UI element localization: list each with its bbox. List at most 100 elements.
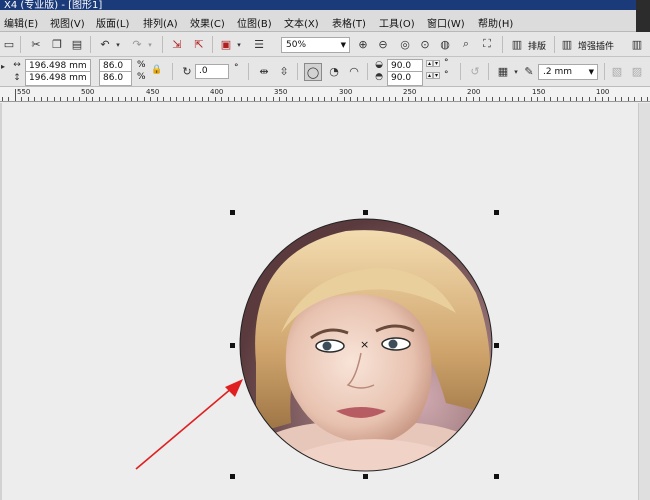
ruler-tick <box>299 97 300 101</box>
ellipse-icon[interactable]: ◯ <box>304 63 322 81</box>
end-angle-field[interactable]: 90.0 <box>387 71 423 86</box>
outline-width-value: .2 mm <box>543 67 572 77</box>
outline-width-dropdown[interactable]: .2 mm ▼ <box>538 64 598 80</box>
start-angle-stepper-down[interactable]: ▾ <box>433 60 440 67</box>
ruler-tick <box>86 97 87 101</box>
paste-icon[interactable]: ▤ <box>70 37 84 51</box>
zoom-page-width-icon[interactable]: ⌕ <box>459 37 473 51</box>
start-angle-stepper[interactable]: ▴ <box>426 60 433 67</box>
property-bar: ▸ ↔ 196.498 mm ↕ 196.498 mm 86.0 86.0 % … <box>0 57 650 87</box>
position-icon: ▸ <box>0 61 5 71</box>
ruler-tick <box>47 97 48 101</box>
ruler-label: 400 <box>210 88 224 96</box>
to-front-icon[interactable]: ▨ <box>630 64 644 78</box>
zoom-in-icon[interactable]: ⊕ <box>356 37 370 51</box>
menu-window[interactable]: 窗口(W) <box>427 15 465 30</box>
rotate-icon: ↻ <box>182 64 192 78</box>
toolbar-separator <box>488 63 489 80</box>
redo-icon[interactable]: ↷ <box>130 37 144 51</box>
menu-text[interactable]: 文本(X) <box>284 15 319 30</box>
print-icon[interactable]: ▭ <box>2 37 16 51</box>
ruler-tick <box>99 97 100 101</box>
ruler-tick <box>524 97 525 101</box>
overflow-icon[interactable]: ▥ <box>630 37 644 51</box>
wrap-dropdown-icon[interactable]: ▾ <box>512 65 520 79</box>
mirror-vertical-icon[interactable]: ⇳ <box>277 64 291 78</box>
selection-handle-bottom-center[interactable] <box>363 474 368 479</box>
arc-icon[interactable]: ◠ <box>347 64 361 78</box>
ruler-tick <box>453 97 454 101</box>
lock-ratio-icon[interactable]: 🔒 <box>150 63 164 77</box>
menu-layout[interactable]: 版面(L) <box>96 15 129 30</box>
menu-view[interactable]: 视图(V) <box>50 15 85 30</box>
plugins-button[interactable]: 增强插件 <box>578 39 614 52</box>
menu-tools[interactable]: 工具(O) <box>379 15 415 30</box>
object-height-field[interactable]: 196.498 mm <box>25 71 91 86</box>
ruler-tick <box>415 97 416 101</box>
ruler-tick <box>79 97 80 101</box>
ruler-tick <box>357 97 358 101</box>
zoom-page-height-icon[interactable]: ⛶ <box>480 37 494 51</box>
selection-handle-top-center[interactable] <box>363 210 368 215</box>
convert-to-curves-icon[interactable]: ▧ <box>610 64 624 78</box>
wrap-text-icon[interactable]: ▦ <box>496 64 510 78</box>
zoom-page-icon[interactable]: ◍ <box>438 37 452 51</box>
ruler-tick <box>512 97 513 101</box>
center-cross-icon[interactable]: × <box>360 338 369 351</box>
ruler-tick <box>150 97 151 101</box>
scale-y-field[interactable]: 86.0 <box>99 71 132 86</box>
ruler-tick <box>189 97 190 101</box>
zoom-selected-icon[interactable]: ◎ <box>398 37 412 51</box>
ruler-tick <box>518 97 519 101</box>
end-angle-stepper-down[interactable]: ▾ <box>433 72 440 79</box>
undo-icon[interactable]: ↶ <box>98 37 112 51</box>
ruler-tick <box>279 97 280 101</box>
selection-handle-top-left[interactable] <box>230 210 235 215</box>
ruler-tick <box>273 97 274 101</box>
arrow-shaft <box>135 387 233 470</box>
cut-icon[interactable]: ✂ <box>29 37 43 51</box>
selection-handle-top-right[interactable] <box>494 210 499 215</box>
ruler-tick <box>550 97 551 101</box>
toolbar-separator <box>604 63 605 80</box>
toolbar-separator <box>212 36 213 53</box>
menu-arrange[interactable]: 排列(A) <box>143 15 178 30</box>
export-icon[interactable]: ⇱ <box>192 37 206 51</box>
application-launcher-icon[interactable]: ▣ <box>219 37 233 51</box>
zoom-all-objects-icon[interactable]: ⊙ <box>418 37 432 51</box>
ruler-tick <box>570 97 571 101</box>
copy-icon[interactable]: ❐ <box>50 37 64 51</box>
import-icon[interactable]: ⇲ <box>170 37 184 51</box>
menu-edit[interactable]: 编辑(E) <box>4 15 38 30</box>
pie-icon[interactable]: ◔ <box>327 64 341 78</box>
menu-table[interactable]: 表格(T) <box>332 15 366 30</box>
menu-bitmaps[interactable]: 位图(B) <box>237 15 272 30</box>
selection-handle-middle-left[interactable] <box>230 343 235 348</box>
undo-dropdown-icon[interactable]: ▾ <box>114 38 122 52</box>
chevron-down-icon: ▼ <box>340 41 346 49</box>
layout-icon: ▥ <box>511 37 523 51</box>
mirror-horizontal-icon[interactable]: ⇹ <box>257 64 271 78</box>
end-angle-stepper[interactable]: ▴ <box>426 72 433 79</box>
direction-icon[interactable]: ↺ <box>468 64 482 78</box>
ruler-tick <box>305 97 306 101</box>
selection-handle-middle-right[interactable] <box>494 343 499 348</box>
menu-effects[interactable]: 效果(C) <box>190 15 225 30</box>
toolbar-separator <box>248 63 249 80</box>
ruler-label: 300 <box>339 88 353 96</box>
ruler-tick <box>195 97 196 101</box>
zoom-level-dropdown[interactable]: 50% ▼ <box>281 37 350 53</box>
welcome-screen-icon[interactable]: ☰ <box>252 37 266 51</box>
horizontal-ruler[interactable]: 550 500 450 400 350 300 250 200 150 100 <box>0 87 650 102</box>
toolbar-separator <box>162 36 163 53</box>
menu-help[interactable]: 帮助(H) <box>478 15 513 30</box>
rotation-angle-field[interactable]: .0 <box>195 64 229 79</box>
zoom-out-icon[interactable]: ⊖ <box>376 37 390 51</box>
selection-handle-bottom-right[interactable] <box>494 474 499 479</box>
chevron-down-icon: ▼ <box>588 68 594 76</box>
redo-dropdown-icon[interactable]: ▾ <box>146 38 154 52</box>
ruler-tick <box>157 97 158 101</box>
toolbar-separator <box>554 36 555 53</box>
layout-button[interactable]: 排版 <box>528 39 546 52</box>
launcher-dropdown-icon[interactable]: ▾ <box>235 38 243 52</box>
